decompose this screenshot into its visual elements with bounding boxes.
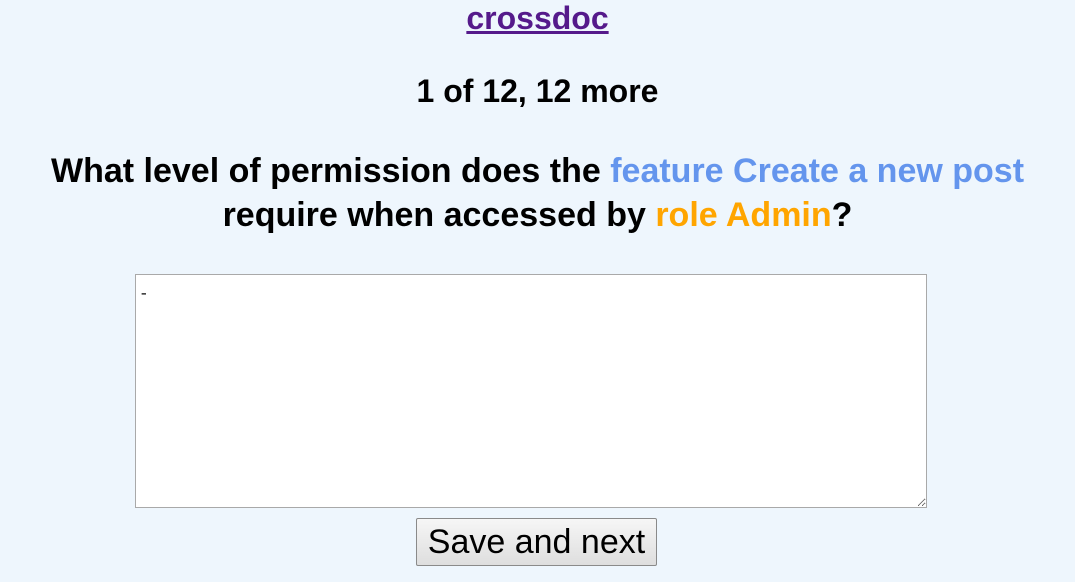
app-title: crossdoc bbox=[0, 0, 1075, 36]
question-suffix: ? bbox=[831, 196, 853, 234]
answer-textarea[interactable]: - bbox=[135, 274, 927, 508]
role-highlight: role Admin bbox=[655, 196, 832, 234]
save-and-next-button[interactable]: Save and next bbox=[416, 518, 657, 566]
question-prefix: What level of permission does the bbox=[50, 152, 601, 190]
feature-highlight: feature Create a new post bbox=[610, 152, 1025, 190]
progress-counter: 1 of 12, 12 more bbox=[416, 73, 659, 109]
app-title-link[interactable]: crossdoc bbox=[466, 0, 608, 36]
question-middle: require when accessed by bbox=[222, 196, 646, 234]
page: crossdoc 1 of 12, 12 more What level of … bbox=[0, 0, 1075, 582]
question-text: What level of permission does the featur… bbox=[10, 149, 1065, 237]
